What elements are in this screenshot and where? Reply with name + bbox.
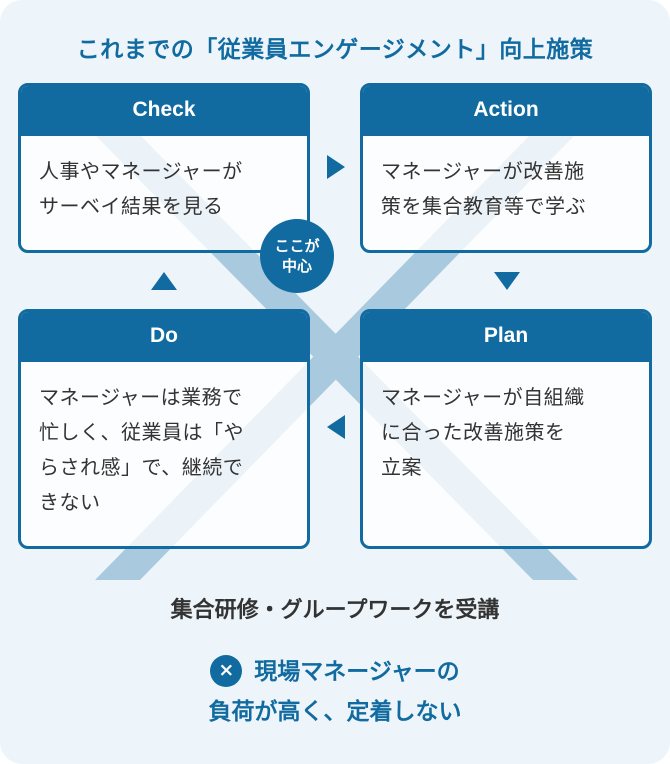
method-label: 集合研修・グループワークを受講	[170, 598, 500, 623]
arrow-up-icon	[151, 272, 177, 290]
arrow-down-icon	[494, 272, 520, 290]
card-plan-heading: Plan	[363, 312, 649, 362]
card-do-body: マネージャーは業務で 忙しく、従業員は「や らされ感」で、継続で きない	[39, 385, 244, 514]
card-check-body: 人事やマネージャーが サーベイ結果を見る	[39, 159, 243, 218]
result-line1-row: × 現場マネージャーの	[0, 652, 670, 692]
cross-circle-icon: ×	[210, 655, 243, 687]
card-check: Check 人事やマネージャーが サーベイ結果を見る	[18, 83, 310, 253]
diagram-panel: これまでの「従業員エンゲージメント」向上施策 Check 人事やマネージャーが …	[0, 0, 670, 764]
arrow-right-icon	[327, 155, 345, 179]
card-plan: Plan マネージャーが自組織 に合った改善施策を 立案	[360, 309, 652, 549]
page-title: これまでの「従業員エンゲージメント」向上施策	[76, 37, 594, 63]
card-check-heading: Check	[21, 86, 307, 136]
arrow-left-icon	[327, 415, 345, 439]
center-badge-line2: 中心	[281, 257, 312, 275]
result-line1: 現場マネージャーの	[254, 659, 460, 685]
center-badge: ここが 中心	[260, 219, 334, 293]
card-plan-body: マネージャーが自組織 に合った改善施策を 立案	[381, 385, 585, 479]
card-action: Action マネージャーが改善施 策を集合教育等で学ぶ	[360, 83, 652, 253]
card-do: Do マネージャーは業務で 忙しく、従業員は「や らされ感」で、継続で きない	[18, 309, 310, 549]
card-do-heading: Do	[21, 312, 307, 362]
card-action-body: マネージャーが改善施 策を集合教育等で学ぶ	[381, 159, 586, 218]
center-badge-line1: ここが	[274, 237, 320, 255]
result-statement: × 現場マネージャーの 負荷が高く、定着しない	[0, 652, 670, 732]
card-action-heading: Action	[363, 86, 649, 136]
result-line2: 負荷が高く、定着しない	[208, 699, 462, 725]
